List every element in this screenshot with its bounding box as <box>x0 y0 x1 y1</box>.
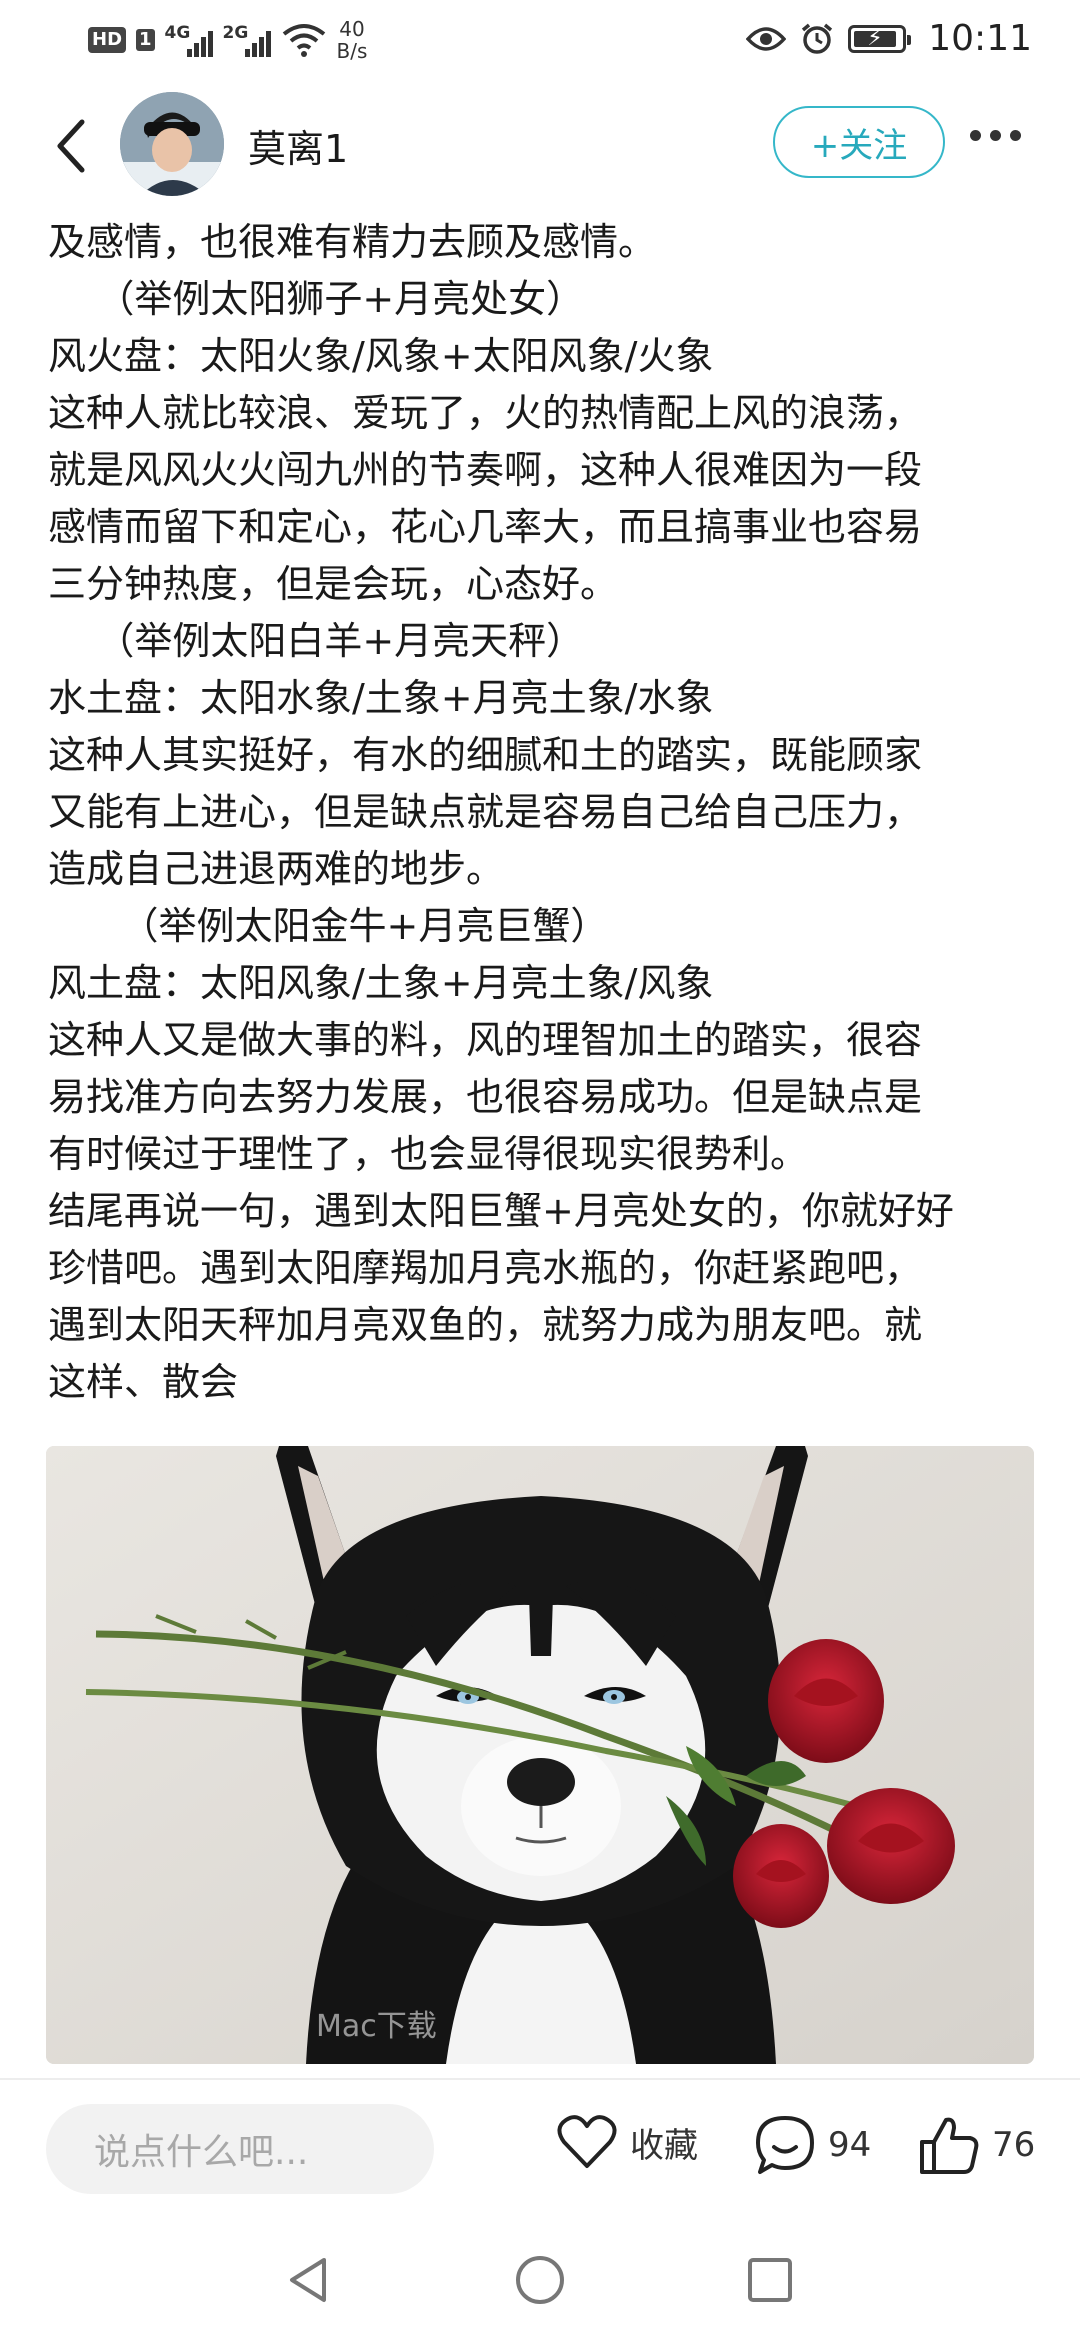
eye-icon <box>746 26 787 51</box>
image-watermark: Mac下载 <box>316 2009 437 2044</box>
signal-icon: 4G <box>165 23 213 57</box>
network-type-label: 2G <box>222 23 249 43</box>
network-speed-unit: B/s <box>336 39 368 63</box>
comment-bubble-icon <box>756 2116 814 2174</box>
username[interactable]: 莫离1 <box>248 118 348 173</box>
article-line: 又能有上进心，但是缺点就是容易自己给自己压力， <box>48 790 923 834</box>
battery-charging-icon: ⚡ <box>848 24 912 53</box>
article-line: 易找准方向去努力发展，也很容易成功。但是缺点是 <box>48 1075 923 1119</box>
article-line: 结尾再说一句，遇到太阳巨蟹+月亮处女的，你就好好 <box>48 1189 954 1233</box>
article-line: （举例太阳金牛+月亮巨蟹） <box>48 904 609 948</box>
nav-home-icon[interactable] <box>510 2250 570 2310</box>
article-line: 三分钟热度，但是会玩，心态好。 <box>48 562 619 606</box>
signal-icon: 2G <box>223 23 271 57</box>
chevron-left-icon[interactable] <box>52 116 92 176</box>
status-right-group: ⚡ 10:11 <box>746 18 1032 59</box>
article-body: 及感情，也很难有精力去顾及感情。 （举例太阳狮子+月亮处女） 风火盘：太阳火象/… <box>48 214 1038 1411</box>
comment-button[interactable]: 94 <box>754 2114 871 2176</box>
article-line: 风火盘：太阳火象/风象+太阳风象/火象 <box>48 334 714 378</box>
article-line: 这种人又是做大事的料，风的理智加土的踏实，很容 <box>48 1018 923 1062</box>
article-line: 造成自己进退两难的地步。 <box>48 847 505 891</box>
favorite-label: 收藏 <box>630 2125 698 2166</box>
nav-recents-icon[interactable] <box>740 2250 800 2310</box>
article-line: 遇到太阳天秤加月亮双鱼的，就努力成为朋友吧。就 <box>48 1303 923 1347</box>
like-count: 76 <box>992 2125 1036 2165</box>
heart-icon <box>557 2115 617 2168</box>
favorite-button[interactable]: 收藏 <box>556 2114 698 2170</box>
network-type-label: 4G <box>164 23 191 43</box>
status-bar: HD 1 4G 2G 40 B/s ⚡ 10:11 <box>0 0 1080 84</box>
system-nav-bar <box>0 2230 1080 2340</box>
article-line: （举例太阳白羊+月亮天秤） <box>48 619 585 663</box>
status-left-group: HD 1 4G 2G 40 B/s <box>88 18 367 62</box>
thumbs-up-icon <box>920 2117 979 2174</box>
wifi-icon <box>282 24 325 57</box>
article-line: 有时候过于理性了，也会显得很现实很势利。 <box>48 1132 809 1176</box>
article-line: 感情而留下和定心，花心几率大，而且搞事业也容易 <box>48 505 923 549</box>
alarm-icon <box>802 23 833 54</box>
article-line: 及感情，也很难有精力去顾及感情。 <box>48 220 657 264</box>
article-line: 风土盘：太阳风象/土象+月亮土象/风象 <box>48 961 714 1005</box>
article-line: （举例太阳狮子+月亮处女） <box>48 277 585 321</box>
hd-icon: HD <box>88 27 127 53</box>
article-line: 这种人就比较浪、爱玩了，火的热情配上风的浪荡， <box>48 391 923 435</box>
post-header: 莫离1 +关注 <box>0 84 1080 214</box>
nav-back-icon[interactable] <box>278 2250 338 2310</box>
article-line: 珍惜吧。遇到太阳摩羯加月亮水瓶的，你赶紧跑吧， <box>48 1246 923 1290</box>
article-line: 就是风风火火闯九州的节奏啊，这种人很难因为一段 <box>48 448 923 492</box>
comment-count: 94 <box>828 2125 872 2165</box>
avatar[interactable] <box>120 92 224 196</box>
article-line: 水土盘：太阳水象/土象+月亮土象/水象 <box>48 676 714 720</box>
comment-input[interactable]: 说点什么吧... <box>46 2104 434 2194</box>
article-line: 这种人其实挺好，有水的细腻和土的踏实，既能顾家 <box>48 733 923 777</box>
network-speed-value: 40 <box>339 17 365 41</box>
post-image[interactable]: Mac下载 <box>46 1446 1034 2064</box>
sim1-label: 1 <box>136 29 155 51</box>
action-bar-divider <box>0 2078 1080 2080</box>
follow-button[interactable]: +关注 <box>773 106 945 178</box>
network-speed: 40 B/s <box>337 18 368 62</box>
article-line: 这样、散会 <box>48 1360 239 1404</box>
status-time: 10:11 <box>928 18 1032 59</box>
like-button[interactable]: 76 <box>918 2114 1035 2176</box>
more-dots-icon[interactable] <box>970 130 1021 141</box>
